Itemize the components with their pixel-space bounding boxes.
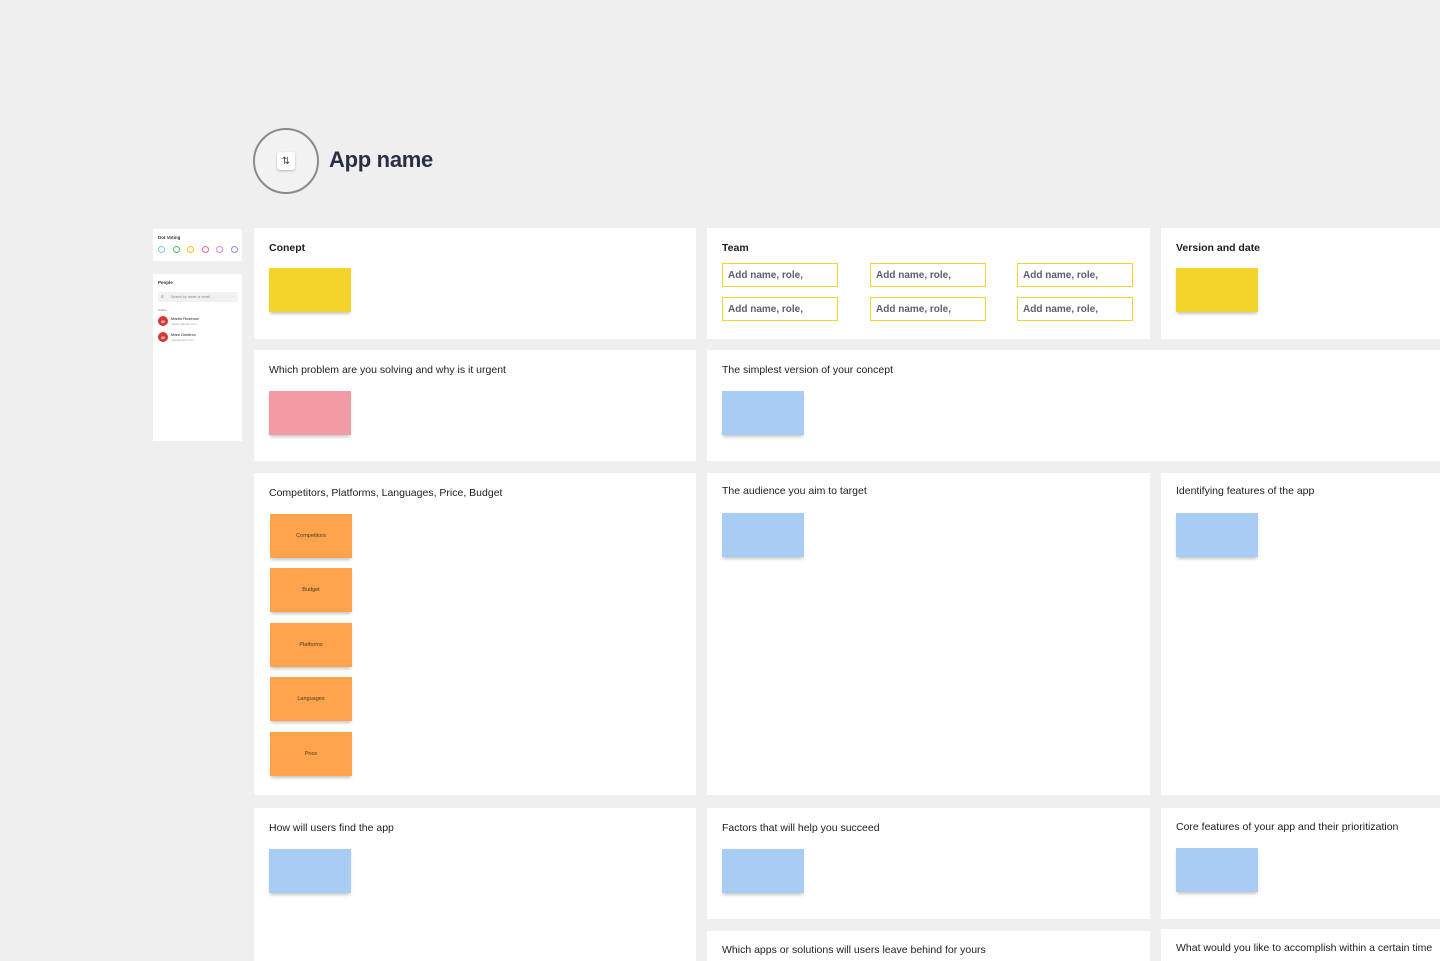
vote-dot[interactable] bbox=[216, 246, 223, 253]
sticky-note[interactable] bbox=[1176, 848, 1258, 892]
person-name: Mare Dimitrov bbox=[171, 332, 196, 337]
person-name: Martin Rusenov bbox=[171, 316, 200, 321]
panel-title: Identifying features of the app bbox=[1176, 485, 1315, 497]
panel-competitors: Competitors, Platforms, Languages, Price… bbox=[254, 473, 696, 795]
dot-voting-widget: Dot Voting bbox=[153, 229, 242, 261]
sticky-note-platforms[interactable]: Platforms bbox=[270, 623, 352, 667]
vote-dot[interactable] bbox=[187, 246, 194, 253]
panel-title: Team bbox=[722, 242, 749, 254]
team-member-field[interactable]: Add name, role, bbox=[722, 263, 838, 287]
app-logo[interactable]: ⇅ bbox=[253, 128, 319, 194]
panel-accomplish: What would you like to accomplish within… bbox=[1161, 929, 1440, 961]
panel-title: Which apps or solutions will users leave… bbox=[722, 944, 986, 956]
sticky-note-languages[interactable]: Languages bbox=[270, 677, 352, 721]
panel-title: Which problem are you solving and why is… bbox=[269, 364, 506, 376]
panel-success-factors: Factors that will help you succeed bbox=[707, 808, 1150, 919]
sticky-note[interactable] bbox=[269, 268, 351, 312]
sticky-note-budget[interactable]: Budget bbox=[270, 568, 352, 612]
panel-title: Conept bbox=[269, 242, 306, 254]
panel-title: What would you like to accomplish within… bbox=[1176, 942, 1433, 954]
panel-title: Version and date bbox=[1176, 242, 1261, 254]
sticky-note[interactable] bbox=[722, 513, 804, 557]
team-member-field[interactable]: Add name, role, bbox=[1017, 263, 1133, 287]
team-member-field[interactable]: Add name, role, bbox=[1017, 297, 1133, 321]
panel-title: The audience you aim to target bbox=[722, 485, 867, 497]
sticky-note[interactable] bbox=[269, 391, 351, 435]
panel-leave-behind: Which apps or solutions will users leave… bbox=[707, 931, 1150, 961]
team-member-field[interactable]: Add name, role, bbox=[870, 297, 986, 321]
panel-version-date: Version and date bbox=[1161, 228, 1440, 339]
people-title: People bbox=[158, 280, 173, 285]
panel-core-features: Core features of your app and their prio… bbox=[1161, 808, 1440, 919]
panel-title: Core features of your app and their prio… bbox=[1176, 821, 1399, 833]
team-member-field[interactable]: Add name, role, bbox=[870, 263, 986, 287]
app-name-title: App name bbox=[329, 147, 433, 172]
person-email: mare@miro.com bbox=[171, 338, 194, 342]
team-member-field[interactable]: Add name, role, bbox=[722, 297, 838, 321]
app-logo-icon: ⇅ bbox=[277, 152, 295, 170]
people-search-input[interactable]: ⌕ Search by name or email bbox=[158, 292, 238, 302]
panel-title: How will users find the app bbox=[269, 822, 394, 834]
panel-identifying-features: Identifying features of the app bbox=[1161, 473, 1440, 795]
sticky-note[interactable] bbox=[1176, 268, 1258, 312]
panel-title: Factors that will help you succeed bbox=[722, 822, 880, 834]
vote-dot[interactable] bbox=[172, 246, 180, 253]
search-placeholder: Search by name or email bbox=[171, 295, 210, 299]
avatar[interactable]: M bbox=[158, 332, 168, 342]
avatar[interactable]: M bbox=[158, 316, 168, 326]
sticky-note-competitors[interactable]: Competitors bbox=[270, 514, 352, 558]
panel-problem: Which problem are you solving and why is… bbox=[254, 350, 696, 461]
panel-simplest-version: The simplest version of your concept bbox=[707, 350, 1440, 461]
panel-concept: Conept bbox=[254, 228, 696, 339]
panel-audience: The audience you aim to target bbox=[707, 473, 1150, 795]
online-section-label: Online bbox=[158, 308, 167, 312]
sticky-note[interactable] bbox=[722, 391, 804, 435]
sticky-note[interactable] bbox=[269, 849, 351, 893]
sticky-note[interactable] bbox=[722, 849, 804, 893]
panel-team: Team Add name, role, Add name, role, Add… bbox=[707, 228, 1150, 339]
panel-title: Competitors, Platforms, Languages, Price… bbox=[269, 487, 503, 499]
vote-dot[interactable] bbox=[158, 246, 165, 253]
sticky-note[interactable] bbox=[1176, 513, 1258, 557]
search-icon: ⌕ bbox=[161, 294, 164, 300]
vote-dot[interactable] bbox=[230, 246, 238, 253]
people-widget: People ⌕ Search by name or email Online … bbox=[153, 274, 242, 441]
vote-dot[interactable] bbox=[201, 246, 209, 253]
panel-find-app: How will users find the app bbox=[254, 808, 696, 961]
sticky-note-price[interactable]: Price bbox=[270, 732, 352, 776]
panel-title: The simplest version of your concept bbox=[722, 364, 893, 376]
person-email: martin.r@miro.com bbox=[171, 322, 197, 326]
dot-voting-title: Dot Voting bbox=[158, 235, 181, 240]
